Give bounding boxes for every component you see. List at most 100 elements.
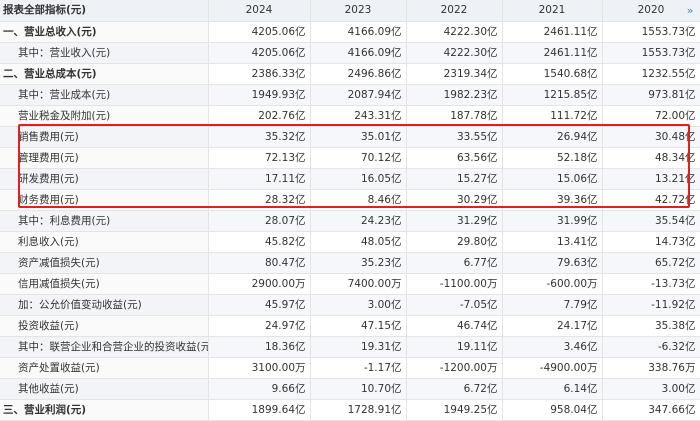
table-row: 资产减值损失(元) 80.47亿 35.23亿 6.77亿 79.63亿 65.…: [0, 252, 700, 274]
table-row: 其中：营业成本(元) 1949.93亿 2087.94亿 1982.23亿 12…: [0, 84, 700, 106]
row-label: 加：公允价值变动收益(元): [0, 294, 209, 316]
cell-value: 31.99亿: [502, 210, 603, 232]
table-row: 销售费用(元) 35.32亿 35.01亿 33.55亿 26.94亿 30.4…: [0, 126, 700, 148]
cell-value: 1215.85亿: [502, 84, 603, 106]
row-label: 其他收益(元): [0, 378, 209, 400]
table-row: 财务费用(元) 28.32亿 8.46亿 30.29亿 39.36亿 42.72…: [0, 189, 700, 211]
cell-value: 187.78亿: [406, 105, 503, 127]
table-row: 研发费用(元) 17.11亿 16.05亿 15.27亿 15.06亿 13.2…: [0, 168, 700, 190]
cell-value: -4900.00万: [502, 357, 603, 379]
cell-value: 973.81亿: [602, 84, 700, 106]
cell-value: 6.77亿: [406, 252, 503, 274]
cell-value: 15.27亿: [406, 168, 503, 190]
table-row: 三、营业利润(元) 1899.64亿 1728.91亿 1949.25亿 958…: [0, 399, 700, 421]
cell-value: 2496.86亿: [310, 63, 407, 85]
cell-value: 48.34亿: [602, 147, 700, 169]
cell-value: 2461.11亿: [502, 42, 603, 64]
cell-value: 30.29亿: [406, 189, 503, 211]
cell-value: 1540.68亿: [502, 63, 603, 85]
table-row: 其他收益(元) 9.66亿 10.70亿 6.72亿 6.14亿 3.00亿: [0, 378, 700, 400]
cell-value: 19.11亿: [406, 336, 503, 358]
year-header[interactable]: 2020 »: [602, 0, 700, 22]
row-label: 财务费用(元): [0, 189, 209, 211]
table-row: 二、营业总成本(元) 2386.33亿 2496.86亿 2319.34亿 15…: [0, 63, 700, 85]
row-label: 销售费用(元): [0, 126, 209, 148]
cell-value: 7400.00万: [310, 273, 407, 295]
cell-value: 26.94亿: [502, 126, 603, 148]
row-label: 资产处置收益(元): [0, 357, 209, 379]
cell-value: 72.00亿: [602, 105, 700, 127]
cell-value: -1200.00万: [406, 357, 503, 379]
cell-value: 111.72亿: [502, 105, 603, 127]
cell-value: 4205.06亿: [208, 42, 311, 64]
row-label: 研发费用(元): [0, 168, 209, 190]
cell-value: 1553.73亿: [602, 21, 700, 43]
table-row: 加：公允价值变动收益(元) 45.97亿 3.00亿 -7.05亿 7.79亿 …: [0, 294, 700, 316]
table-row: 其中：利息费用(元) 28.07亿 24.23亿 31.29亿 31.99亿 3…: [0, 210, 700, 232]
cell-value: 1949.25亿: [406, 399, 503, 421]
cell-value: 6.14亿: [502, 378, 603, 400]
cell-value: 35.23亿: [310, 252, 407, 274]
row-label: 三、营业利润(元): [0, 399, 209, 421]
cell-value: 338.76万: [602, 357, 700, 379]
cell-value: 3.00亿: [602, 378, 700, 400]
cell-value: 42.72亿: [602, 189, 700, 211]
cell-value: 35.01亿: [310, 126, 407, 148]
cell-value: -13.73亿: [602, 273, 700, 295]
cell-value: 1553.73亿: [602, 42, 700, 64]
cell-value: 15.06亿: [502, 168, 603, 190]
row-label: 一、营业总收入(元): [0, 21, 209, 43]
cell-value: 10.70亿: [310, 378, 407, 400]
cell-value: 8.46亿: [310, 189, 407, 211]
table-row: 信用减值损失(元) 2900.00万 7400.00万 -1100.00万 -6…: [0, 273, 700, 295]
year-header[interactable]: 2022: [406, 0, 503, 22]
row-label: 信用减值损失(元): [0, 273, 209, 295]
cell-value: 18.36亿: [208, 336, 311, 358]
cell-value: 24.17亿: [502, 315, 603, 337]
cell-value: -7.05亿: [406, 294, 503, 316]
cell-value: 24.97亿: [208, 315, 311, 337]
cell-value: 7.79亿: [502, 294, 603, 316]
year-header[interactable]: 2023: [310, 0, 407, 22]
row-label: 资产减值损失(元): [0, 252, 209, 274]
cell-value: 47.15亿: [310, 315, 407, 337]
cell-value: 16.05亿: [310, 168, 407, 190]
cell-value: 19.31亿: [310, 336, 407, 358]
cell-value: 243.31亿: [310, 105, 407, 127]
cell-value: 347.66亿: [602, 399, 700, 421]
cell-value: 29.80亿: [406, 231, 503, 253]
cell-value: 1982.23亿: [406, 84, 503, 106]
cell-value: 48.05亿: [310, 231, 407, 253]
cell-value: 3.00亿: [310, 294, 407, 316]
cell-value: 13.41亿: [502, 231, 603, 253]
cell-value: 52.18亿: [502, 147, 603, 169]
row-label: 投资收益(元): [0, 315, 209, 337]
table-title: 报表全部指标(元): [0, 0, 209, 22]
cell-value: 39.36亿: [502, 189, 603, 211]
cell-value: 6.72亿: [406, 378, 503, 400]
cell-value: -1100.00万: [406, 273, 503, 295]
cell-value: 65.72亿: [602, 252, 700, 274]
cell-value: 35.54亿: [602, 210, 700, 232]
table-row: 投资收益(元) 24.97亿 47.15亿 46.74亿 24.17亿 35.3…: [0, 315, 700, 337]
year-header[interactable]: 2024: [208, 0, 311, 22]
cell-value: 33.55亿: [406, 126, 503, 148]
row-label: 其中：联营企业和合营企业的投资收益(元): [0, 336, 209, 358]
year-header-label: 2020: [637, 4, 665, 16]
row-label: 二、营业总成本(元): [0, 63, 209, 85]
cell-value: 45.97亿: [208, 294, 311, 316]
cell-value: 202.76亿: [208, 105, 311, 127]
cell-value: 4222.30亿: [406, 42, 503, 64]
cell-value: 72.13亿: [208, 147, 311, 169]
cell-value: 9.66亿: [208, 378, 311, 400]
year-header[interactable]: 2021: [502, 0, 603, 22]
cell-value: 13.21亿: [602, 168, 700, 190]
cell-value: 17.11亿: [208, 168, 311, 190]
cell-value: 1728.91亿: [310, 399, 407, 421]
cell-value: 28.07亿: [208, 210, 311, 232]
cell-value: 14.73亿: [602, 231, 700, 253]
table-row: 其中：联营企业和合营企业的投资收益(元) 18.36亿 19.31亿 19.11…: [0, 336, 700, 358]
row-label: 其中：营业成本(元): [0, 84, 209, 106]
double-chevron-right-icon[interactable]: »: [687, 0, 694, 21]
cell-value: 3.46亿: [502, 336, 603, 358]
